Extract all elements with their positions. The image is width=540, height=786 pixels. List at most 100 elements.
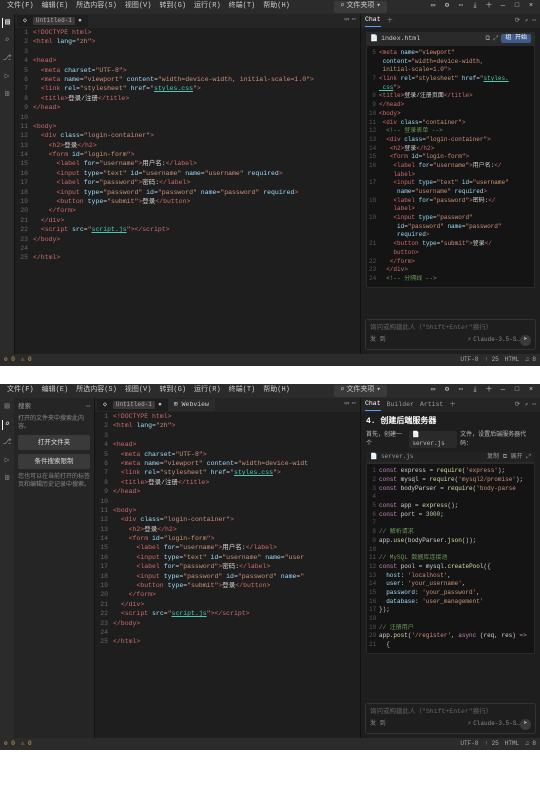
send-button[interactable]: ➤ [520, 335, 531, 346]
files-icon[interactable]: ▤ [2, 402, 12, 412]
close-button[interactable]: × [526, 386, 536, 396]
code-block-actions[interactable]: 复制 ⧉ 展开 ⤢ [487, 453, 531, 461]
search-icon[interactable]: ⌕ [2, 36, 12, 46]
command-center[interactable]: ⌕文件夹项▾ [334, 385, 386, 397]
split-icon[interactable]: ▭ [345, 400, 349, 410]
line-number: 22 [95, 609, 108, 618]
menu-item[interactable]: 文件(F) [4, 385, 37, 397]
status-item[interactable]: ↑ 25 [484, 356, 498, 364]
line-number: 6 [95, 459, 108, 468]
command-center[interactable]: ⌕文件夹项▾ [334, 1, 386, 13]
code-editor[interactable]: 1234567891011121314151617181920212223242… [15, 28, 360, 354]
files-icon[interactable]: ▤ [2, 18, 12, 28]
editor-tab-webview[interactable]: ⊞ Webview [168, 399, 215, 411]
code-editor[interactable]: 1234567891011121314151617181920212223242… [95, 412, 360, 738]
chat-tab[interactable]: Artist [420, 400, 443, 409]
status-errors[interactable]: ⊘ 0 [4, 740, 15, 748]
maximize-button[interactable]: □ [512, 2, 522, 12]
line-number: 12 [369, 563, 379, 572]
refresh-icon[interactable]: ⟳ [515, 400, 520, 409]
download-icon[interactable]: ⤓ [470, 2, 480, 12]
layout-icon[interactable]: ▭ [428, 2, 438, 12]
send-button[interactable]: ➤ [520, 719, 531, 730]
open-folder-button[interactable]: 打开文件夹 [18, 435, 90, 450]
more-icon[interactable]: ⋯ [352, 16, 356, 26]
menu-item[interactable]: 编辑(E) [39, 1, 72, 13]
status-item[interactable]: ♫ 8 [525, 356, 536, 364]
toggle-search-button[interactable]: 条件搜索限制 [18, 454, 90, 469]
line-number: 12 [15, 131, 28, 140]
split-icon[interactable]: ▭ [345, 16, 349, 26]
more-icon[interactable]: ⋯ [352, 400, 356, 410]
status-item[interactable]: HTML [505, 740, 519, 748]
menu-item[interactable]: 所选内容(S) [73, 385, 120, 397]
settings-icon[interactable]: ⚙ [442, 386, 452, 396]
new-icon[interactable]: ＋ [484, 386, 494, 396]
chat-input[interactable]: 询问或构建此人（"Shift+Enter"换行）发 到⚡Claude-3.5-S… [365, 703, 536, 734]
editor-tab[interactable]: ◇Untitled-1● [17, 15, 88, 27]
scm-icon[interactable]: ⎇ [2, 54, 12, 64]
menu-item[interactable]: 视图(V) [122, 1, 155, 13]
status-errors[interactable]: ⊘ 0 [4, 356, 15, 364]
debug-icon[interactable]: ▷ [2, 72, 12, 82]
maximize-button[interactable]: □ [512, 386, 522, 396]
menu-item[interactable]: 运行(R) [191, 1, 224, 13]
status-item[interactable]: UTF-8 [460, 356, 478, 364]
debug-icon[interactable]: ▷ [2, 456, 12, 466]
settings-icon[interactable]: ⚙ [442, 2, 452, 12]
more-icon[interactable]: ⋯ [532, 400, 536, 409]
extensions-icon[interactable]: ⊞ [2, 474, 12, 484]
title-bar-actions: ▭ ⚙ ⋯ ⤓ ＋ — □ × [428, 386, 536, 396]
status-item[interactable]: ↑ 25 [484, 740, 498, 748]
model-selector[interactable]: ⚡Claude-3.5-S… [468, 336, 520, 344]
menu-item[interactable]: 所选内容(S) [73, 1, 120, 13]
editor-tab[interactable]: ◇Untitled-1● [97, 399, 168, 411]
popout-icon[interactable]: ↗ [524, 16, 528, 25]
menu-item[interactable]: 终端(T) [226, 1, 259, 13]
chat-tab[interactable]: Chat [365, 15, 381, 26]
status-item[interactable]: ♫ 8 [525, 740, 536, 748]
scm-icon[interactable]: ⎇ [2, 438, 12, 448]
menu-item[interactable]: 编辑(E) [39, 385, 72, 397]
more-icon[interactable]: ⋯ [86, 402, 90, 411]
sidebar-title: 搜索 [18, 402, 31, 411]
status-item[interactable]: UTF-8 [460, 740, 478, 748]
apply-button[interactable]: 组 开始 [501, 34, 531, 43]
line-number: 3 [95, 431, 108, 440]
line-number: 18 [95, 572, 108, 581]
minimize-button[interactable]: — [498, 2, 508, 12]
expand-icon[interactable]: ⤢ [493, 34, 498, 43]
status-warnings[interactable]: ⚠ 0 [21, 356, 32, 364]
menu-item[interactable]: 转到(G) [156, 385, 189, 397]
status-item[interactable]: HTML [505, 356, 519, 364]
popout-icon[interactable]: ↗ [524, 400, 528, 409]
menu-item[interactable]: 文件(F) [4, 1, 37, 13]
layout-icon[interactable]: ▭ [428, 386, 438, 396]
menu-item[interactable]: 终端(T) [226, 385, 259, 397]
model-selector[interactable]: ⚡Claude-3.5-S… [468, 720, 520, 728]
status-bar: ⊘ 0 ⚠ 0 UTF-8 ↑ 25 HTML ♫ 8 [0, 354, 540, 366]
extensions-icon[interactable]: ⊞ [2, 90, 12, 100]
menu-item[interactable]: 帮助(H) [260, 385, 293, 397]
copy-icon[interactable]: ⧉ [486, 34, 491, 43]
minimize-button[interactable]: — [498, 386, 508, 396]
status-warnings[interactable]: ⚠ 0 [21, 740, 32, 748]
search-icon[interactable]: ⌕ [2, 420, 12, 430]
plus-icon[interactable]: ＋ [449, 400, 456, 409]
chat-tab[interactable]: Builder [387, 400, 414, 409]
menu-item[interactable]: 转到(G) [156, 1, 189, 13]
chat-input[interactable]: 询问或构建此人（"Shift+Enter"换行）发 到⚡Claude-3.5-S… [365, 319, 536, 350]
more-icon[interactable]: ⋯ [456, 386, 466, 396]
refresh-icon[interactable]: ⟳ [515, 16, 520, 25]
plus-icon[interactable]: ＋ [387, 16, 394, 25]
more-icon[interactable]: ⋯ [456, 2, 466, 12]
download-icon[interactable]: ⤓ [470, 386, 480, 396]
menu-item[interactable]: 帮助(H) [260, 1, 293, 13]
new-icon[interactable]: ＋ [484, 2, 494, 12]
close-button[interactable]: × [526, 2, 536, 12]
more-icon[interactable]: ⋯ [532, 16, 536, 25]
chat-tab[interactable]: Chat [365, 399, 381, 410]
menu-item[interactable]: 视图(V) [122, 385, 155, 397]
menu-item[interactable]: 运行(R) [191, 385, 224, 397]
line-number: 14 [95, 534, 108, 543]
